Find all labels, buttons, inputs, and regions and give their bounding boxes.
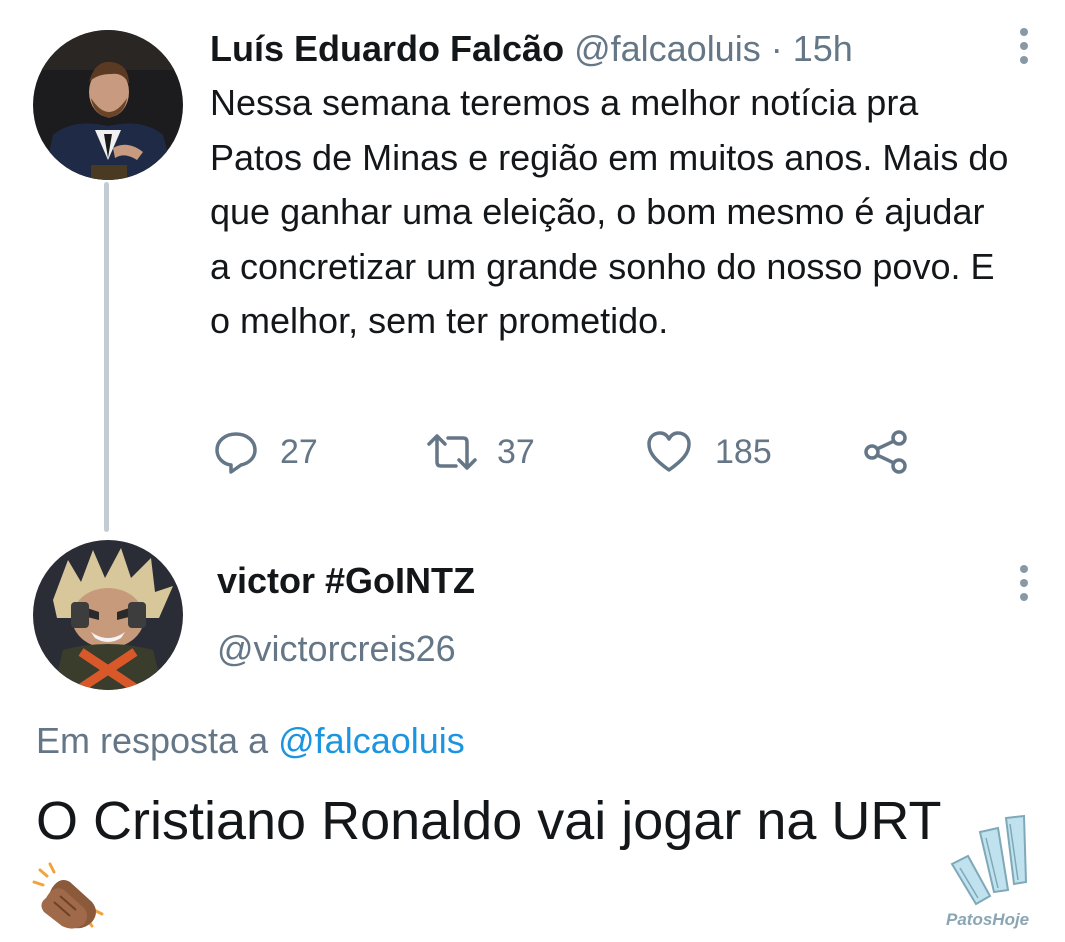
reply-author-avatar[interactable] — [33, 540, 183, 690]
reply-button[interactable]: 27 — [212, 422, 318, 482]
more-vertical-icon[interactable] — [1016, 26, 1032, 66]
like-button[interactable]: 185 — [645, 422, 772, 482]
tweet-time[interactable]: 15h — [793, 28, 853, 69]
in-reply-prefix: Em resposta a — [36, 720, 269, 761]
reply-author-handle[interactable]: @victorcreis26 — [217, 624, 456, 674]
reply-icon — [212, 428, 260, 476]
like-count: 185 — [715, 432, 772, 471]
like-icon — [645, 428, 693, 476]
author-name[interactable]: Luís Eduardo Falcão — [210, 28, 564, 69]
watermark-text: PatosHoje — [946, 910, 1030, 929]
share-icon — [862, 428, 910, 476]
author-avatar[interactable] — [33, 30, 183, 180]
header-separator: · — [770, 28, 783, 69]
tweet-header: Luís Eduardo Falcão @falcaoluis · 15h — [210, 24, 853, 74]
in-reply-mention-link[interactable]: @falcaoluis — [278, 720, 465, 761]
retweet-count: 37 — [497, 432, 535, 471]
clapping-hands-icon — [30, 858, 108, 936]
reply-more-vertical-icon[interactable] — [1016, 563, 1032, 603]
reply-count: 27 — [280, 432, 318, 471]
author-handle[interactable]: @falcaoluis — [574, 28, 761, 69]
tweet-actions: 27 37 185 — [0, 422, 1065, 482]
share-button[interactable] — [862, 422, 910, 482]
in-reply-to: Em resposta a @falcaoluis — [36, 716, 465, 766]
reply-tweet-text: O Cristiano Ronaldo vai jogar na URT — [36, 791, 942, 851]
retweet-icon — [424, 428, 480, 476]
reply-author-name[interactable]: victor #GoINTZ — [217, 556, 475, 606]
tweet-text: Nessa semana teremos a melhor notícia pr… — [210, 82, 1009, 341]
retweet-button[interactable]: 37 — [424, 422, 535, 482]
